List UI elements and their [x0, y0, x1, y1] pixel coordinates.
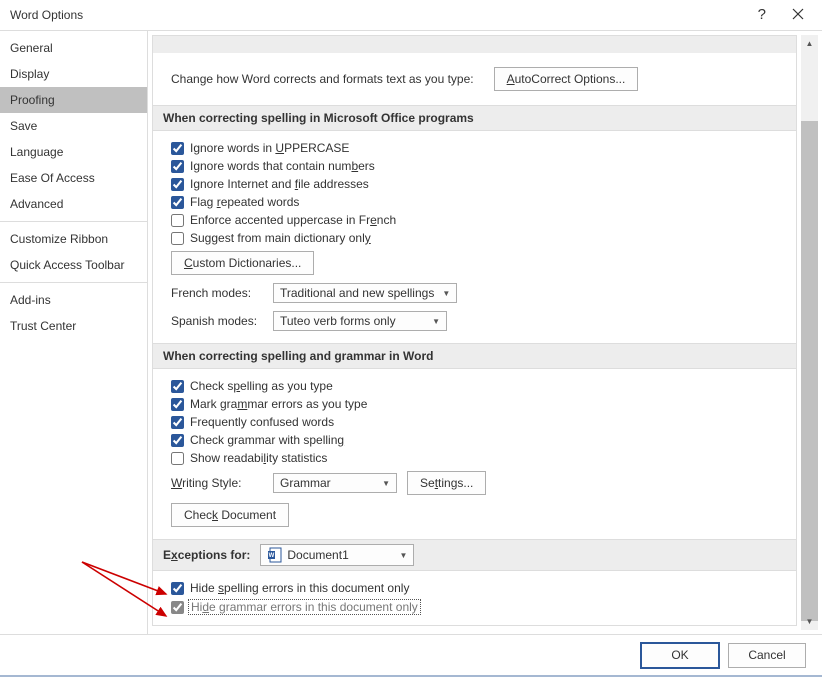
word-document-icon: W: [267, 547, 283, 563]
check-document-button[interactable]: Check Document: [171, 503, 289, 527]
scroll-down-button[interactable]: ▼: [801, 613, 818, 630]
checkbox-frequently-confused[interactable]: Frequently confused words: [171, 413, 778, 431]
close-button[interactable]: [784, 0, 812, 28]
french-modes-select[interactable]: Traditional and new spellings▼: [273, 283, 457, 303]
exceptions-document-select[interactable]: W Document1 ▼: [260, 544, 414, 566]
chevron-down-icon: ▼: [382, 479, 390, 488]
french-modes-label: French modes:: [171, 286, 263, 300]
chevron-down-icon: ▼: [399, 551, 407, 560]
sidebar-divider: [0, 221, 147, 222]
checkbox-hide-grammar-errors[interactable]: Hide grammar errors in this document onl…: [171, 597, 778, 617]
close-icon: [792, 8, 804, 20]
checkbox-ignore-internet-file[interactable]: Ignore Internet and file addresses: [171, 175, 778, 193]
content-top-strip: [152, 35, 797, 53]
sidebar-divider: [0, 282, 147, 283]
chevron-down-icon: ▼: [432, 317, 440, 326]
checkbox-show-readability[interactable]: Show readability statistics: [171, 449, 778, 467]
sidebar-item-language[interactable]: Language: [0, 139, 147, 165]
spanish-modes-label: Spanish modes:: [171, 314, 263, 328]
section-header-word-spelling-grammar: When correcting spelling and grammar in …: [152, 343, 797, 369]
checkbox-flag-repeated[interactable]: Flag repeated words: [171, 193, 778, 211]
checkbox-ignore-numbers[interactable]: Ignore words that contain numbers: [171, 157, 778, 175]
cancel-button[interactable]: Cancel: [728, 643, 806, 668]
sidebar: General Display Proofing Save Language E…: [0, 31, 148, 634]
custom-dictionaries-button[interactable]: Custom Dictionaries...: [171, 251, 314, 275]
window-title: Word Options: [10, 8, 83, 22]
sidebar-item-ease-of-access[interactable]: Ease Of Access: [0, 165, 147, 191]
autocorrect-options-button[interactable]: AutoCorrect Options...: [494, 67, 639, 91]
scroll-up-button[interactable]: ▲: [801, 35, 818, 52]
writing-style-label: Writing Style:: [171, 476, 263, 490]
sidebar-item-trust-center[interactable]: Trust Center: [0, 313, 147, 339]
settings-button[interactable]: Settings...: [407, 471, 486, 495]
sidebar-item-add-ins[interactable]: Add-ins: [0, 287, 147, 313]
checkbox-enforce-accented-french[interactable]: Enforce accented uppercase in French: [171, 211, 778, 229]
sidebar-item-save[interactable]: Save: [0, 113, 147, 139]
ok-button[interactable]: OK: [640, 642, 720, 669]
dialog-footer: OK Cancel: [0, 635, 822, 675]
sidebar-item-proofing[interactable]: Proofing: [0, 87, 147, 113]
sidebar-item-advanced[interactable]: Advanced: [0, 191, 147, 217]
section-header-office-spelling: When correcting spelling in Microsoft Of…: [152, 105, 797, 131]
sidebar-item-general[interactable]: General: [0, 35, 147, 61]
vertical-scrollbar[interactable]: ▲ ▼: [801, 35, 818, 630]
checkbox-ignore-uppercase[interactable]: Ignore words in UPPERCASE: [171, 139, 778, 157]
checkbox-mark-grammar-as-type[interactable]: Mark grammar errors as you type: [171, 395, 778, 413]
sidebar-item-customize-ribbon[interactable]: Customize Ribbon: [0, 226, 147, 252]
checkbox-suggest-main-dictionary[interactable]: Suggest from main dictionary only: [171, 229, 778, 247]
checkbox-hide-spelling-errors[interactable]: Hide spelling errors in this document on…: [171, 579, 778, 597]
checkbox-check-spelling-as-type[interactable]: Check spelling as you type: [171, 377, 778, 395]
checkbox-check-grammar-with-spelling[interactable]: Check grammar with spelling: [171, 431, 778, 449]
help-button[interactable]: ?: [752, 4, 772, 25]
content-pane: Change how Word corrects and formats tex…: [152, 35, 797, 630]
sidebar-item-quick-access-toolbar[interactable]: Quick Access Toolbar: [0, 252, 147, 278]
chevron-down-icon: ▼: [442, 289, 450, 298]
scrollbar-thumb[interactable]: [801, 121, 818, 621]
sidebar-item-display[interactable]: Display: [0, 61, 147, 87]
writing-style-select[interactable]: Grammar▼: [273, 473, 397, 493]
section-header-exceptions: Exceptions for: W Document1 ▼: [152, 539, 797, 571]
spanish-modes-select[interactable]: Tuteo verb forms only▼: [273, 311, 447, 331]
titlebar: Word Options ?: [0, 0, 822, 30]
intro-text: Change how Word corrects and formats tex…: [171, 72, 474, 86]
svg-text:W: W: [269, 553, 275, 559]
